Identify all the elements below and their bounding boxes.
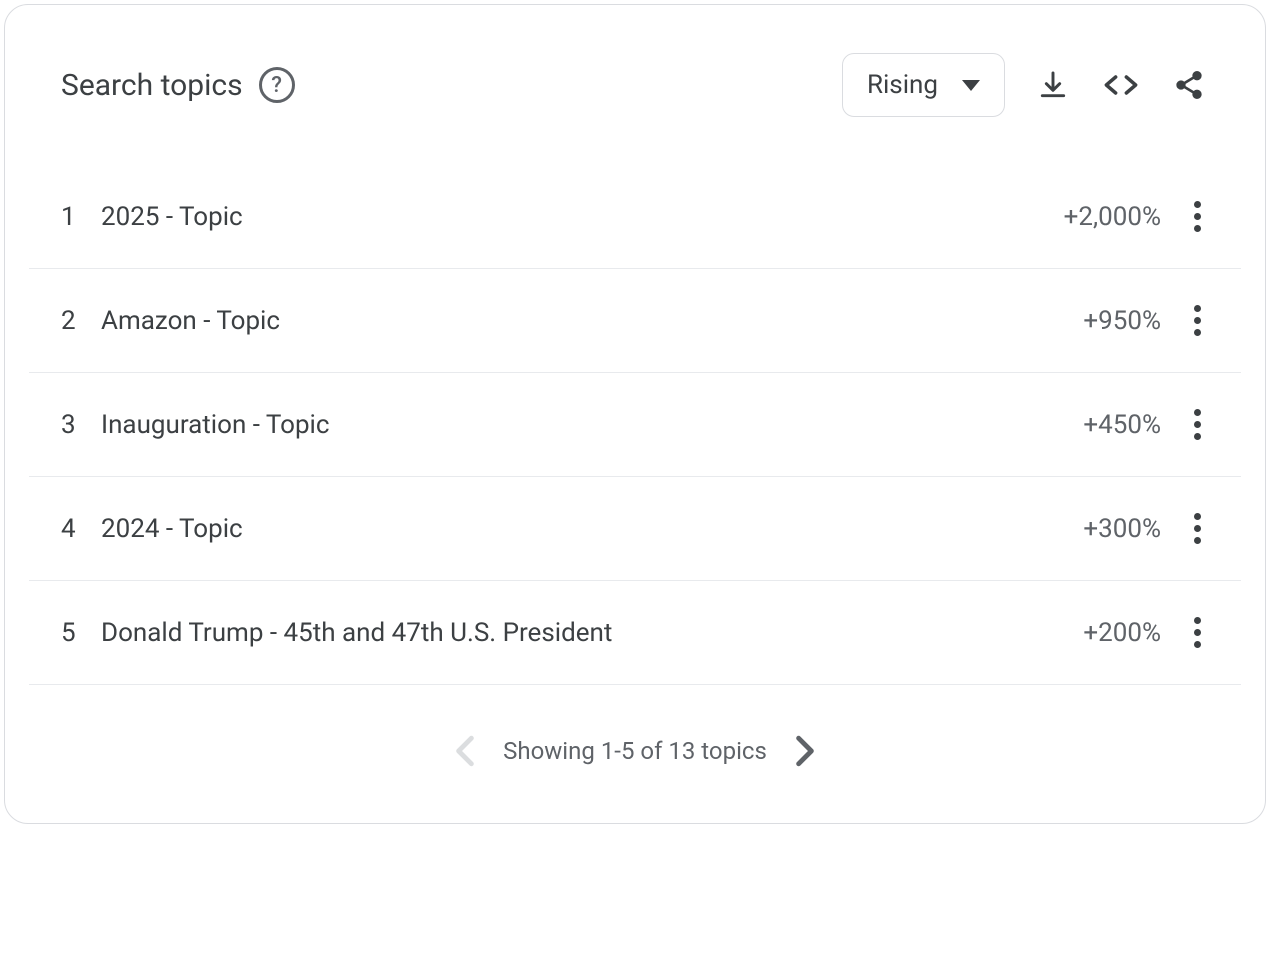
list-item[interactable]: 3 Inauguration - Topic +450% (29, 373, 1241, 477)
prev-page-button[interactable] (455, 735, 475, 767)
sort-select[interactable]: Rising (842, 53, 1005, 117)
share-icon[interactable] (1169, 65, 1209, 105)
more-icon[interactable] (1185, 409, 1209, 440)
search-topics-card: Search topics ? Rising (4, 4, 1266, 824)
list-item[interactable]: 5 Donald Trump - 45th and 47th U.S. Pres… (29, 581, 1241, 685)
list-item-rank: 5 (61, 618, 97, 648)
list-item[interactable]: 1 2025 - Topic +2,000% (29, 165, 1241, 269)
download-icon[interactable] (1033, 65, 1073, 105)
embed-icon[interactable] (1101, 65, 1141, 105)
list-item[interactable]: 4 2024 - Topic +300% (29, 477, 1241, 581)
pagination: Showing 1-5 of 13 topics (5, 685, 1265, 823)
header-actions: Rising (842, 53, 1209, 117)
list-item-label: Inauguration - Topic (97, 410, 1083, 440)
sort-select-label: Rising (867, 70, 938, 100)
list-item-rank: 1 (61, 202, 97, 232)
next-page-button[interactable] (795, 735, 815, 767)
list-item-rank: 3 (61, 410, 97, 440)
list-item-rank: 2 (61, 306, 97, 336)
card-title: Search topics (61, 68, 243, 103)
list-item-label: 2024 - Topic (97, 514, 1083, 544)
header-left: Search topics ? (61, 67, 295, 103)
more-icon[interactable] (1185, 617, 1209, 648)
more-icon[interactable] (1185, 201, 1209, 232)
topics-list: 1 2025 - Topic +2,000% 2 Amazon - Topic … (5, 165, 1265, 685)
list-item[interactable]: 2 Amazon - Topic +950% (29, 269, 1241, 373)
list-item-label: Donald Trump - 45th and 47th U.S. Presid… (97, 618, 1083, 648)
more-icon[interactable] (1185, 513, 1209, 544)
list-item-rank: 4 (61, 514, 97, 544)
list-item-label: 2025 - Topic (97, 202, 1064, 232)
list-item-value: +950% (1083, 306, 1161, 336)
caret-down-icon (962, 80, 980, 91)
list-item-value: +450% (1083, 410, 1161, 440)
list-item-value: +200% (1083, 618, 1161, 648)
help-icon[interactable]: ? (259, 67, 295, 103)
more-icon[interactable] (1185, 305, 1209, 336)
list-item-value: +2,000% (1064, 202, 1161, 232)
list-item-value: +300% (1083, 514, 1161, 544)
pagination-text: Showing 1-5 of 13 topics (503, 737, 767, 765)
list-item-label: Amazon - Topic (97, 306, 1083, 336)
card-header: Search topics ? Rising (5, 5, 1265, 117)
